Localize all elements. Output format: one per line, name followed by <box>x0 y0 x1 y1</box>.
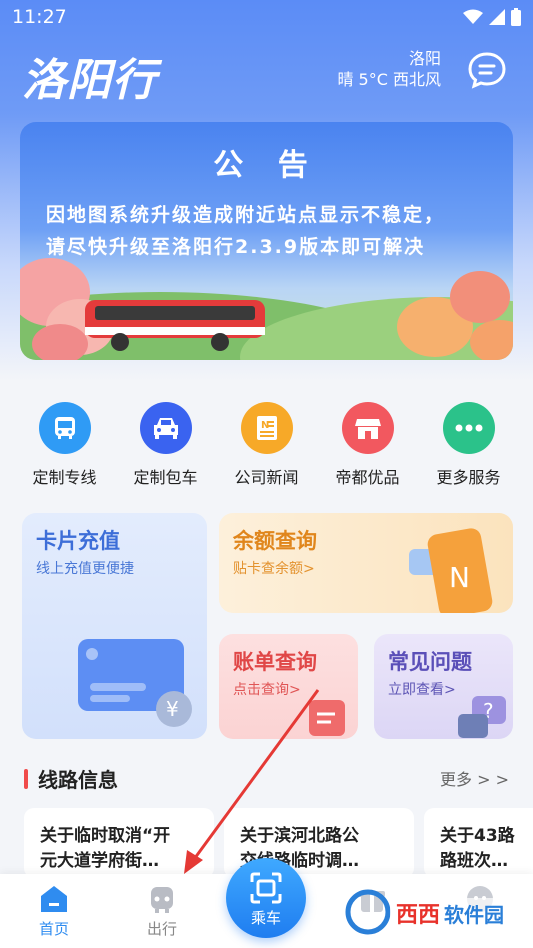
city-label: 洛阳 <box>408 49 441 68</box>
more-dots-icon <box>442 402 495 454</box>
scan-icon <box>250 872 282 904</box>
routes-section-header: 线路信息 <box>24 764 118 793</box>
quick-action-news[interactable]: N 公司新闻 <box>219 402 315 488</box>
quick-action-more[interactable]: 更多服务 <box>421 402 517 488</box>
news-line: 关于滨河北路公 <box>240 826 359 846</box>
quick-action-charter[interactable]: 定制包车 <box>118 402 214 488</box>
card-title: 账单查询 <box>233 650 317 674</box>
card-title: 余额查询 <box>233 529 317 553</box>
car-icon <box>139 402 192 454</box>
card-subtitle: 线上充值更便捷 <box>36 561 134 577</box>
shop-icon <box>341 402 394 454</box>
card-faq[interactable]: 常见问题 立即查看> ? <box>374 634 513 739</box>
card-recharge[interactable]: 卡片充值 线上充值更便捷 ¥ <box>22 513 207 739</box>
news-icon: N <box>240 402 293 454</box>
card-subtitle: 点击查询> <box>233 682 301 698</box>
bus-icon <box>38 402 91 454</box>
tab-home[interactable]: 首页 <box>14 884 94 939</box>
svg-text:软件园: 软件园 <box>444 903 504 927</box>
card-subtitle: 立即查看> <box>388 682 456 698</box>
ride-qr-button[interactable]: 乘车 <box>226 858 306 938</box>
card-subtitle: 贴卡查余额> <box>233 561 315 577</box>
quick-action-label: 定制包车 <box>133 468 198 487</box>
banner-title: 公 告 <box>213 148 320 183</box>
card-title: 卡片充值 <box>36 529 120 553</box>
question-chat-icon: ? <box>458 696 506 738</box>
wifi-icon <box>463 9 483 24</box>
ride-label: 乘车 <box>250 909 281 927</box>
app-logo: 洛阳行 <box>22 55 157 106</box>
card-balance[interactable]: 余额查询 贴卡查余额> N <box>219 513 513 613</box>
tab-label: 出行 <box>146 920 177 938</box>
watermark-logo: 西西 软件园 <box>345 889 524 935</box>
battery-icon <box>511 8 521 26</box>
quick-actions: 定制专线 定制包车 N 公司新闻 帝都优品 更多服务 <box>0 402 533 488</box>
status-time: 11:27 <box>12 6 67 28</box>
chat-bubble-icon <box>468 52 506 89</box>
news-line: 关于43路 <box>440 826 515 846</box>
more-routes-link[interactable]: 更多 > > <box>440 766 509 790</box>
phone-nfc-icon: N <box>409 528 493 613</box>
banner-line-2: 请尽快升级至洛阳行2.3.9版本即可解决 <box>46 236 426 258</box>
svg-text:西西: 西西 <box>396 903 440 928</box>
status-icons <box>463 8 521 26</box>
route-news-item[interactable]: 关于43路 路班次… <box>424 808 533 878</box>
bill-icon <box>309 700 345 736</box>
tab-label: 首页 <box>38 920 69 938</box>
bus-card-icon: ¥ <box>78 639 192 727</box>
announcement-banner[interactable]: 公 告 因地图系统升级造成附近站点显示不稳定， 请尽快升级至洛阳行2.3.9版本… <box>20 122 513 360</box>
news-line: 关于临时取消“开 <box>40 826 171 846</box>
banner-line-1: 因地图系统升级造成附近站点显示不稳定， <box>46 204 446 226</box>
quick-action-label: 更多服务 <box>436 468 501 487</box>
quick-action-label: 公司新闻 <box>234 468 299 487</box>
message-button[interactable] <box>467 50 507 90</box>
travel-bus-icon <box>151 887 173 913</box>
route-news-item[interactable]: 关于临时取消“开 元大道学府街… <box>24 808 214 878</box>
news-line: 元大道学府街… <box>40 851 159 871</box>
card-title: 常见问题 <box>388 650 472 674</box>
quick-action-custom-line[interactable]: 定制专线 <box>17 402 113 488</box>
section-accent-bar <box>24 768 28 789</box>
weather-widget[interactable]: 洛阳 晴 5°C 西北风 <box>337 48 441 90</box>
section-title: 线路信息 <box>38 768 118 792</box>
home-icon <box>41 886 67 912</box>
quick-action-label: 定制专线 <box>32 468 97 487</box>
signal-icon <box>489 9 505 25</box>
svg-text:¥: ¥ <box>166 697 179 721</box>
quick-action-shop[interactable]: 帝都优品 <box>320 402 416 488</box>
quick-action-label: 帝都优品 <box>335 468 400 487</box>
tab-travel[interactable]: 出行 <box>122 884 202 939</box>
weather-label: 晴 5°C 西北风 <box>337 70 441 89</box>
svg-text:N: N <box>449 561 470 594</box>
card-bill[interactable]: 账单查询 点击查询> <box>219 634 358 739</box>
status-bar: 11:27 <box>0 0 533 36</box>
news-line: 路班次… <box>440 851 508 871</box>
